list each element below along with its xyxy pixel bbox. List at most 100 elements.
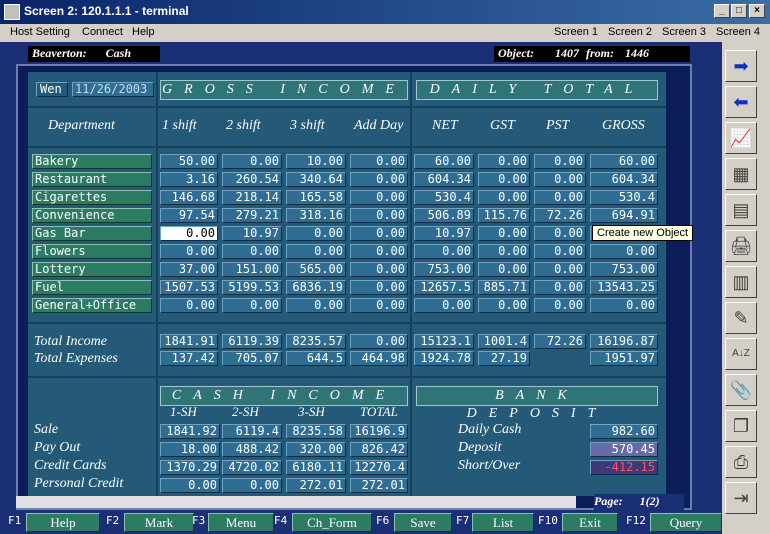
table-cell[interactable]: 0.00 (478, 244, 530, 259)
table-cell[interactable]: 530.4 (590, 190, 658, 205)
table-cell[interactable]: 604.34 (590, 172, 658, 187)
bank-cell[interactable]: -412.15 (590, 460, 658, 475)
date-field[interactable]: 11/26/2003 (72, 82, 154, 97)
scanner-icon[interactable]: ⎙ (725, 446, 757, 478)
table-cell[interactable]: 60.00 (590, 154, 658, 169)
table-cell[interactable]: 0.00 (534, 190, 586, 205)
cash-cell[interactable]: 488.42 (222, 442, 282, 457)
table-cell[interactable]: 5199.53 (222, 280, 282, 295)
table-cell[interactable]: 50.00 (160, 154, 218, 169)
table-cell[interactable]: 279.21 (222, 208, 282, 223)
table-cell[interactable]: 0.00 (286, 244, 346, 259)
bank-cell[interactable]: 570.45 (590, 442, 658, 457)
fkey-list-button[interactable]: List (472, 513, 534, 532)
table-cell[interactable]: 0.00 (350, 244, 408, 259)
fkey-query-button[interactable]: Query (650, 513, 722, 532)
table-cell[interactable]: 0.00 (350, 298, 408, 313)
cash-cell[interactable]: 0.00 (222, 478, 282, 493)
table-cell[interactable]: 218.14 (222, 190, 282, 205)
fkey-help-button[interactable]: Help (26, 513, 100, 532)
cash-cell[interactable]: 12270.4 (350, 460, 408, 475)
cash-cell[interactable]: 272.01 (350, 478, 408, 493)
table-cell[interactable]: 0.00 (350, 190, 408, 205)
fkey-save-button[interactable]: Save (394, 513, 452, 532)
table-cell[interactable]: 0.00 (222, 298, 282, 313)
table-cell[interactable]: 0.00 (160, 226, 218, 241)
horizontal-scrollbar[interactable] (16, 496, 576, 508)
arrow-left-icon[interactable]: ⬅ (725, 86, 757, 118)
cash-cell[interactable]: 320.00 (286, 442, 346, 457)
cash-cell[interactable]: 18.00 (160, 442, 220, 457)
table-cell[interactable]: 0.00 (350, 154, 408, 169)
exit-door-icon[interactable]: ⇥ (725, 482, 757, 514)
new-object-icon[interactable]: ▤ (725, 194, 757, 226)
calculator-icon[interactable]: ▥ (725, 266, 757, 298)
table-cell[interactable]: 0.00 (590, 244, 658, 259)
table-cell[interactable]: 0.00 (534, 244, 586, 259)
table-cell[interactable]: 37.00 (160, 262, 218, 277)
table-cell[interactable]: 885.71 (478, 280, 530, 295)
table-cell[interactable]: 146.68 (160, 190, 218, 205)
menu-help[interactable]: Help (132, 26, 155, 38)
table-cell[interactable]: 0.00 (286, 226, 346, 241)
table-cell[interactable]: 97.54 (160, 208, 218, 223)
cash-cell[interactable]: 0.00 (160, 478, 220, 493)
cash-cell[interactable]: 272.01 (286, 478, 346, 493)
menu-screen-3[interactable]: Screen 3 (662, 26, 706, 38)
cash-cell[interactable]: 6119.4 (222, 424, 282, 439)
bank-cell[interactable]: 982.60 (590, 424, 658, 439)
table-cell[interactable]: 0.00 (350, 262, 408, 277)
table-cell[interactable]: 0.00 (222, 154, 282, 169)
table-cell[interactable]: 0.00 (350, 280, 408, 295)
fkey-exit-button[interactable]: Exit (562, 513, 618, 532)
table-cell[interactable]: 0.00 (590, 298, 658, 313)
table-cell[interactable]: 0.00 (534, 226, 586, 241)
menu-connect[interactable]: Connect (82, 26, 123, 38)
sort-az-icon[interactable]: A↓Z (725, 338, 757, 370)
cash-cell[interactable]: 4720.02 (222, 460, 282, 475)
close-button[interactable]: × (749, 4, 765, 18)
table-cell[interactable]: 318.16 (286, 208, 346, 223)
table-cell[interactable]: 0.00 (350, 226, 408, 241)
table-cell[interactable]: 115.76 (478, 208, 530, 223)
arrow-right-icon[interactable]: ➡ (725, 50, 757, 82)
table-cell[interactable]: 0.00 (534, 154, 586, 169)
fkey-ch-form-button[interactable]: Ch_Form (292, 513, 372, 532)
cash-cell[interactable]: 1841.92 (160, 424, 220, 439)
table-cell[interactable]: 0.00 (534, 172, 586, 187)
cash-cell[interactable]: 826.42 (350, 442, 408, 457)
cash-cell[interactable]: 8235.58 (286, 424, 346, 439)
table-cell[interactable]: 0.00 (350, 208, 408, 223)
table-cell[interactable]: 260.54 (222, 172, 282, 187)
copy-icon[interactable]: ❐ (725, 410, 757, 442)
table-cell[interactable]: 0.00 (286, 298, 346, 313)
table-cell[interactable]: 13543.25 (590, 280, 658, 295)
table-cell[interactable]: 10.00 (286, 154, 346, 169)
menu-host-setting[interactable]: Host Setting (10, 26, 70, 38)
menu-screen-4[interactable]: Screen 4 (716, 26, 760, 38)
eraser-icon[interactable]: ✎ (725, 302, 757, 334)
table-cell[interactable]: 0.00 (478, 298, 530, 313)
maximize-button[interactable]: □ (731, 4, 747, 18)
table-cell[interactable]: 565.00 (286, 262, 346, 277)
table-cell[interactable]: 753.00 (590, 262, 658, 277)
print-icon[interactable]: 🖨 (725, 230, 757, 262)
table-cell[interactable]: 1507.53 (160, 280, 218, 295)
table-cell[interactable]: 10.97 (222, 226, 282, 241)
table-cell[interactable]: 530.4 (414, 190, 474, 205)
table-cell[interactable]: 6836.19 (286, 280, 346, 295)
table-cell[interactable]: 0.00 (534, 262, 586, 277)
menu-screen-2[interactable]: Screen 2 (608, 26, 652, 38)
report-icon[interactable]: ▦ (725, 158, 757, 190)
table-cell[interactable]: 60.00 (414, 154, 474, 169)
table-cell[interactable]: 0.00 (478, 154, 530, 169)
table-cell[interactable]: 0.00 (478, 190, 530, 205)
table-cell[interactable]: 0.00 (414, 244, 474, 259)
table-cell[interactable]: 753.00 (414, 262, 474, 277)
table-cell[interactable]: 0.00 (222, 244, 282, 259)
paperclip-icon[interactable]: 📎 (725, 374, 757, 406)
table-cell[interactable]: 0.00 (350, 172, 408, 187)
cash-cell[interactable]: 1370.29 (160, 460, 220, 475)
table-cell[interactable]: 0.00 (160, 244, 218, 259)
chart-icon[interactable]: 📈 (725, 122, 757, 154)
